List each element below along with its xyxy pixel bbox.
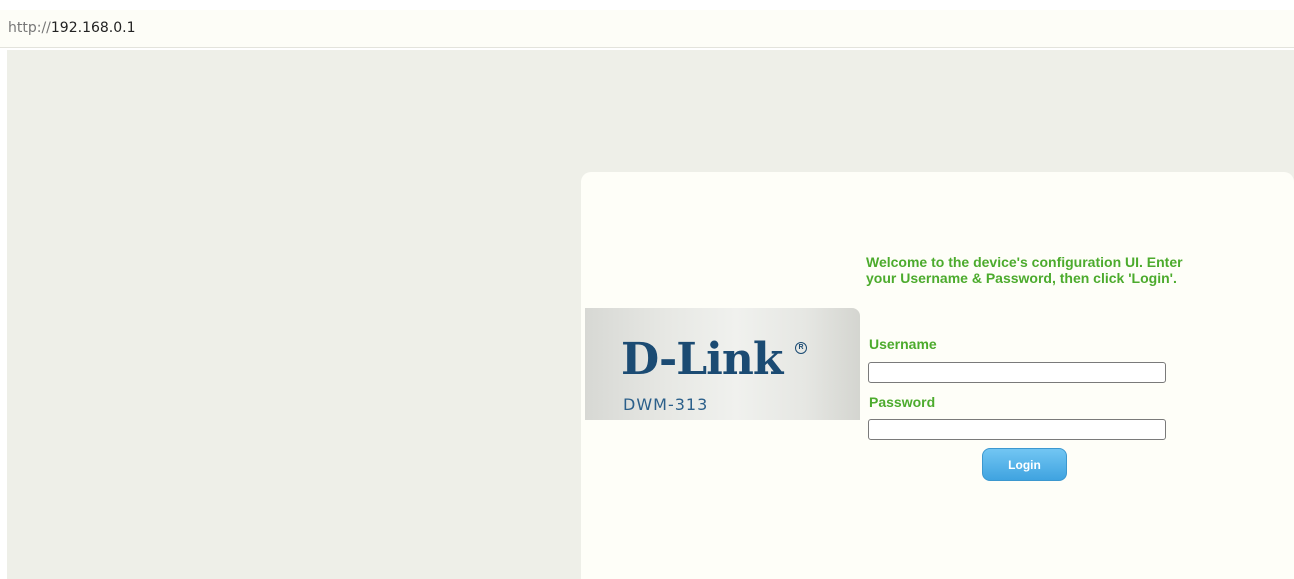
url-host: 192.168.0.1	[50, 20, 136, 36]
login-button[interactable]: Login	[982, 448, 1067, 481]
username-label: Username	[869, 336, 937, 352]
password-label: Password	[869, 394, 936, 410]
registered-icon: R	[795, 342, 807, 354]
address-bar[interactable]: http://192.168.0.1	[0, 10, 1294, 48]
password-input[interactable]	[868, 419, 1166, 440]
model-name: DWM-313	[623, 395, 709, 414]
welcome-message: Welcome to the device's configuration UI…	[866, 254, 1183, 286]
url-scheme: http://	[8, 20, 51, 36]
dlink-logo: D-Link	[621, 334, 783, 385]
url-text[interactable]: http://192.168.0.1	[8, 20, 136, 36]
username-input[interactable]	[868, 362, 1166, 383]
logo-banner: D-Link R DWM-313	[585, 308, 860, 420]
